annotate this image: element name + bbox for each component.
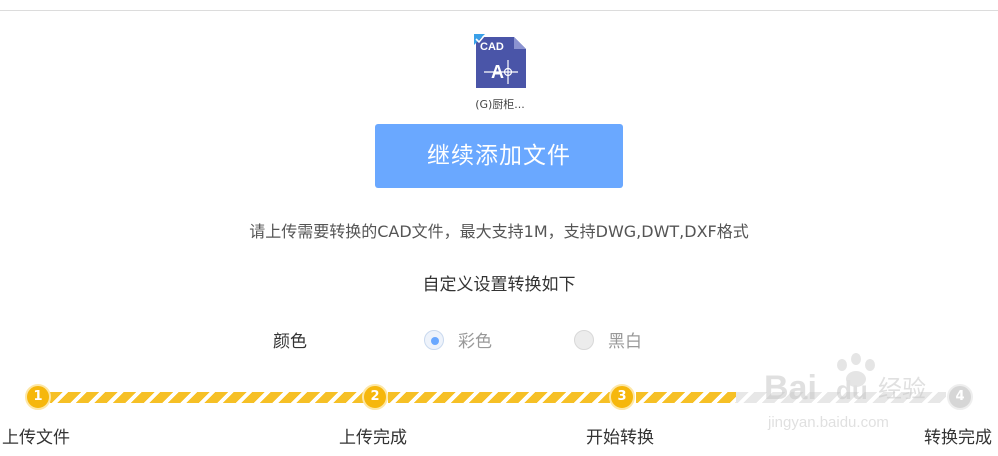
continue-add-files-button[interactable]: 继续添加文件	[375, 124, 623, 188]
color-option-color[interactable]: 彩色	[424, 327, 492, 352]
bw-option-label: 黑白	[608, 332, 642, 352]
radio-checked-icon[interactable]	[424, 329, 444, 350]
uploaded-file-card[interactable]: CAD A (G)厨柜...	[460, 34, 540, 112]
step-3-label: 开始转换	[586, 428, 654, 448]
settings-title: 自定义设置转换如下	[422, 275, 576, 295]
cad-icon-text: CAD	[480, 41, 504, 53]
file-name: (G)厨柜...	[475, 98, 525, 111]
step-1-circle: 1	[25, 384, 51, 410]
cad-icon-glyph: A	[491, 62, 504, 82]
step-2-label: 上传完成	[339, 428, 407, 448]
progress-segment-2	[388, 392, 610, 403]
progress-segment-3	[636, 392, 736, 403]
step-3-circle: 3	[609, 384, 635, 410]
step-4-circle: 4	[947, 384, 973, 410]
cad-file-icon: CAD A	[474, 34, 526, 88]
radio-unchecked-icon[interactable]	[574, 329, 594, 350]
color-option-bw[interactable]: 黑白	[574, 327, 642, 352]
watermark-url: jingyan.baidu.com	[767, 414, 889, 431]
color-option-label: 彩色	[458, 332, 492, 352]
watermark-brand-right: du	[836, 375, 868, 405]
top-divider	[0, 10, 998, 11]
baidu-jingyan-watermark: Bai du 经验 jingyan.baidu.com	[760, 345, 950, 435]
watermark-brand-left: Bai	[764, 369, 817, 407]
color-setting-label: 颜色	[273, 332, 307, 352]
upload-hint: 请上传需要转换的CAD文件，最大支持1M，支持DWG,DWT,DXF格式	[249, 222, 749, 241]
step-1-label: 上传文件	[2, 428, 70, 448]
step-2-circle: 2	[362, 384, 388, 410]
watermark-suffix: 经验	[878, 375, 926, 403]
progress-segment-1	[50, 392, 364, 403]
